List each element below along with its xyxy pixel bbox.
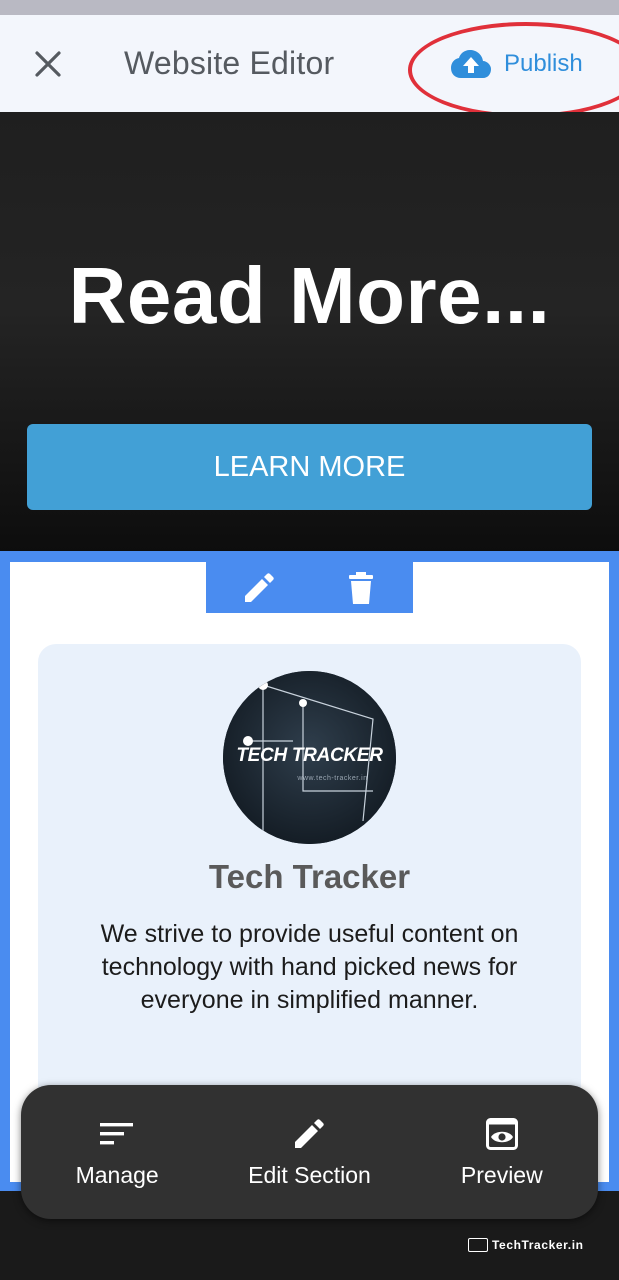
nav-preview[interactable]: Preview <box>406 1085 598 1219</box>
nav-preview-label: Preview <box>460 1161 543 1188</box>
card-title: Tech Tracker <box>208 858 411 895</box>
logo-subtext: www.tech-tracker.in <box>297 775 368 782</box>
section-toolbar <box>206 562 413 613</box>
hero-title: Read More... <box>68 251 551 340</box>
hero-section: Read More... LEARN MORE <box>0 112 619 552</box>
page-title: Website Editor <box>124 45 335 81</box>
publish-button[interactable]: Publish <box>450 45 583 83</box>
edit-section-button[interactable] <box>206 562 310 613</box>
bottom-nav: Manage Edit Section Preview <box>21 1085 598 1219</box>
status-strip <box>0 0 619 15</box>
nav-manage[interactable]: Manage <box>21 1085 213 1219</box>
nav-manage-label: Manage <box>75 1161 159 1188</box>
nav-edit-section[interactable]: Edit Section <box>213 1085 405 1219</box>
cloud-upload-icon <box>451 50 491 78</box>
delete-section-button[interactable] <box>310 562 414 613</box>
pencil-icon <box>244 572 274 602</box>
card-description: We strive to provide useful content on t… <box>100 920 519 1014</box>
publish-label: Publish <box>504 50 583 77</box>
trash-icon <box>349 571 374 604</box>
brand-logo: TECH TRACKER www.tech-tracker.in <box>223 671 396 844</box>
watermark-logo-icon <box>468 1238 488 1252</box>
nav-edit-section-label: Edit Section <box>248 1161 371 1188</box>
learn-more-button[interactable]: LEARN MORE <box>27 424 592 510</box>
close-icon <box>35 51 61 77</box>
sort-icon <box>100 1116 134 1152</box>
pencil-icon <box>292 1116 326 1152</box>
watermark-text: TechTracker.in <box>492 1238 584 1252</box>
about-card: TECH TRACKER www.tech-tracker.in Tech Tr… <box>38 644 581 1104</box>
preview-eye-icon <box>485 1116 518 1152</box>
watermark: TechTracker.in <box>468 1238 584 1252</box>
close-button[interactable] <box>28 48 68 80</box>
logo-text: TECH TRACKER <box>236 745 383 766</box>
editor-header: Website Editor Publish <box>0 15 619 118</box>
